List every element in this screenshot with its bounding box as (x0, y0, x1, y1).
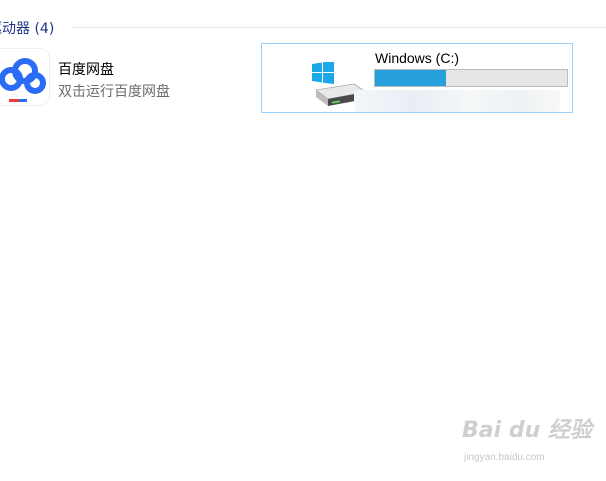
section-title: 驱动器 (4) (0, 21, 55, 37)
drive-free-space-redacted (354, 90, 560, 112)
section-divider (72, 27, 606, 28)
drives-section-header[interactable]: 驱动器 (4) (0, 14, 606, 40)
baidu-netdisk-icon (0, 48, 50, 106)
baidu-jingyan-watermark: Bai du 经验 jingyan.baidu.com (462, 412, 602, 472)
watermark-url: jingyan.baidu.com (464, 452, 545, 463)
drive-label: Windows (C:) (375, 50, 460, 66)
drive-c-tile[interactable]: Windows (C:) (261, 43, 573, 113)
drive-usage-bar (374, 69, 568, 87)
baidu-netdisk-tile[interactable]: 百度网盘 双击运行百度网盘 (0, 44, 240, 114)
watermark-logo: Bai du 经验 (462, 418, 592, 443)
app-subtitle: 双击运行百度网盘 (58, 84, 170, 100)
app-name: 百度网盘 (58, 62, 114, 78)
drive-usage-fill (375, 70, 447, 86)
